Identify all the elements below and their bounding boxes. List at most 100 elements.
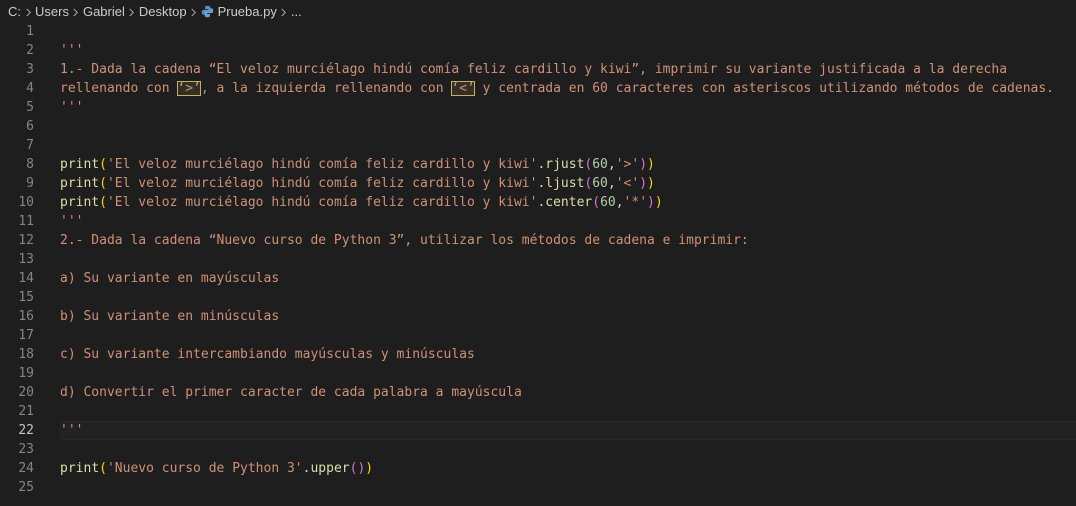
docstring-text: ''' <box>60 423 84 438</box>
docstring-text: ''' <box>60 100 84 115</box>
docstring-text: , a la izquierda rellenando con <box>200 81 452 96</box>
line-number: 8 <box>26 157 34 172</box>
code-line[interactable]: 12 2.- Dada la cadena “Nuevo curso de Pyt… <box>0 231 1076 250</box>
code-line[interactable]: 3 1.- Dada la cadena “El veloz murciélago… <box>0 60 1076 79</box>
chevron-right-icon <box>125 4 139 19</box>
code-line[interactable]: 20 d) Convertir el primer caracter de cad… <box>0 383 1076 402</box>
line-number: 1 <box>26 24 34 39</box>
breadcrumb-users[interactable]: Users <box>35 4 69 19</box>
code-line[interactable]: 19 <box>0 364 1076 383</box>
line-code: print('El veloz murciélago hindú comía f… <box>60 174 655 193</box>
line-code: ''' <box>60 212 83 231</box>
line-code: c) Su variante intercambiando mayúsculas… <box>60 345 475 364</box>
code-line[interactable]: 15 <box>0 288 1076 307</box>
string-literal: 'El veloz murciélago hindú comía feliz c… <box>106 195 538 210</box>
breadcrumb-desktop[interactable]: Desktop <box>139 4 187 19</box>
number-literal: 60 <box>592 157 608 172</box>
line-number: 18 <box>18 347 34 362</box>
line-number: 20 <box>18 385 34 400</box>
bracket: ( <box>99 176 107 191</box>
code-line[interactable]: 6 <box>0 117 1076 136</box>
code-line[interactable]: 24 print('Nuevo curso de Python 3'.upper(… <box>0 459 1076 478</box>
breadcrumb-file[interactable]: Prueba.py <box>218 4 277 19</box>
docstring-text: rellenando con <box>60 81 178 96</box>
line-number: 14 <box>18 271 34 286</box>
docstring-text: ''' <box>60 43 84 58</box>
breadcrumb-symbols[interactable]: ... <box>291 4 302 19</box>
line-code: 2.- Dada la cadena “Nuevo curso de Pytho… <box>60 231 749 250</box>
function-name: print <box>60 157 100 172</box>
code-line[interactable]: 1 <box>0 22 1076 41</box>
line-number: 12 <box>18 233 34 248</box>
code-editor-window: C: Users Gabriel Desktop Prueba.py ... 1… <box>0 0 1076 506</box>
code-line[interactable]: 25 <box>0 478 1076 497</box>
line-number: 7 <box>26 138 34 153</box>
breadcrumb: C: Users Gabriel Desktop Prueba.py ... <box>0 0 1076 22</box>
line-code: a) Su variante en mayúsculas <box>60 269 279 288</box>
code-line[interactable]: 22 ''' <box>0 421 1076 440</box>
code-line[interactable]: 13 <box>0 250 1076 269</box>
method-name: .center <box>537 195 593 210</box>
line-number: 11 <box>18 214 34 229</box>
chevron-right-icon <box>21 4 35 19</box>
docstring-text: y centrada en 60 caracteres con asterisc… <box>474 81 1055 96</box>
method-name: .rjust <box>537 157 585 172</box>
chevron-right-icon <box>187 4 201 19</box>
string-literal: 'Nuevo curso de Python 3' <box>106 461 303 476</box>
line-number: 5 <box>26 100 34 115</box>
code-line[interactable]: 2 ''' <box>0 41 1076 60</box>
code-line[interactable]: 10 print('El veloz murciélago hindú comía… <box>0 193 1076 212</box>
bracket: ) <box>639 157 648 172</box>
comma: , <box>615 195 624 210</box>
code-line[interactable]: 11 ''' <box>0 212 1076 231</box>
docstring-text: a) Su variante en mayúsculas <box>60 271 280 286</box>
code-line[interactable]: 9 print('El veloz murciélago hindú comía … <box>0 174 1076 193</box>
comma: , <box>607 157 616 172</box>
highlighted-quote: ‘<’ <box>451 81 475 96</box>
string-literal: 'El veloz murciélago hindú comía feliz c… <box>106 176 538 191</box>
line-number: 15 <box>18 290 34 305</box>
line-number: 2 <box>26 43 34 58</box>
code-line[interactable]: 23 <box>0 440 1076 459</box>
code-line[interactable]: 21 <box>0 402 1076 421</box>
code-line[interactable]: 18 c) Su variante intercambiando mayúscul… <box>0 345 1076 364</box>
bracket: ) <box>639 176 648 191</box>
docstring-text: ''' <box>60 214 84 229</box>
function-name: print <box>60 195 100 210</box>
line-number: 19 <box>18 366 34 381</box>
line-code: ''' <box>60 98 83 117</box>
string-literal: 'El veloz murciélago hindú comía feliz c… <box>106 157 538 172</box>
breadcrumb-drive[interactable]: C: <box>8 4 21 19</box>
line-number: 13 <box>18 252 34 267</box>
number-literal: 60 <box>600 195 616 210</box>
docstring-text: d) Convertir el primer caracter de cada … <box>60 385 522 400</box>
docstring-text: c) Su variante intercambiando mayúsculas… <box>60 347 475 362</box>
line-code: 1.- Dada la cadena “El veloz murciélago … <box>60 60 1007 79</box>
method-name: .upper <box>302 461 350 476</box>
line-number: 4 <box>26 81 34 96</box>
string-literal: '>' <box>615 157 640 172</box>
code-line[interactable]: 8 print('El veloz murciélago hindú comía … <box>0 155 1076 174</box>
highlighted-quote: ‘>’ <box>177 81 201 96</box>
docstring-text: 1.- Dada la cadena “El veloz murciélago … <box>60 62 1008 77</box>
bracket: ) <box>365 461 374 476</box>
code-line[interactable]: 5 ''' <box>0 98 1076 117</box>
line-code: print('Nuevo curso de Python 3'.upper()) <box>60 459 373 478</box>
bracket: ) <box>654 195 663 210</box>
code-line[interactable]: 16 b) Su variante en minúsculas <box>0 307 1076 326</box>
code-line[interactable]: 17 <box>0 326 1076 345</box>
docstring-text: 2.- Dada la cadena “Nuevo curso de Pytho… <box>60 233 749 248</box>
code-line[interactable]: 14 a) Su variante en mayúsculas <box>0 269 1076 288</box>
bracket: ) <box>647 195 655 210</box>
line-number: 10 <box>18 195 34 210</box>
bracket: ) <box>647 157 655 172</box>
line-code: rellenando con ‘>’, a la izquierda relle… <box>60 79 1054 98</box>
editor-area[interactable]: 1 2 ''' 3 1.- Dada la cadena “El veloz murci… <box>0 22 1076 506</box>
breadcrumb-user[interactable]: Gabriel <box>83 4 125 19</box>
comma: , <box>607 176 616 191</box>
bracket: ( <box>99 157 107 172</box>
bracket: ( <box>99 461 107 476</box>
code-line[interactable]: 7 <box>0 136 1076 155</box>
line-number: 22 <box>18 423 34 438</box>
code-line[interactable]: 4 rellenando con ‘>’, a la izquierda rell… <box>0 79 1076 98</box>
